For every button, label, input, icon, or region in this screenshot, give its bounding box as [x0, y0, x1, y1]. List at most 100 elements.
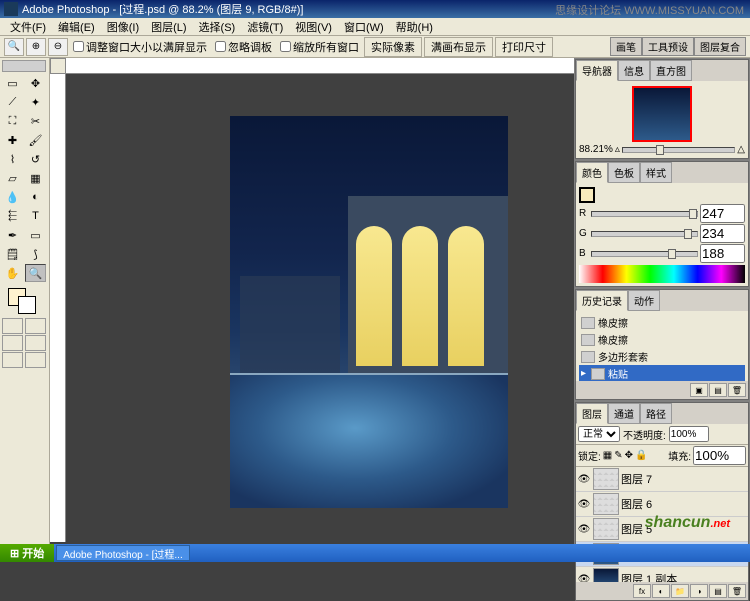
tab-info[interactable]: 信息: [618, 60, 650, 81]
blend-mode-select[interactable]: 正常: [578, 426, 620, 442]
layer-thumbnail[interactable]: [593, 568, 619, 582]
r-input[interactable]: [700, 204, 745, 223]
menu-view[interactable]: 视图(V): [289, 19, 338, 35]
zoom-tool-icon[interactable]: 🔍: [4, 38, 24, 56]
zoom-tool[interactable]: 🔍: [25, 264, 46, 282]
delete-layer-button[interactable]: 🗑: [728, 584, 746, 598]
crop-tool[interactable]: ⛶: [2, 112, 23, 130]
notes-tool[interactable]: 🗒: [2, 245, 23, 263]
brush-tool[interactable]: 🖌: [25, 131, 46, 149]
tab-history[interactable]: 历史记录: [576, 290, 628, 311]
menu-file[interactable]: 文件(F): [4, 19, 52, 35]
gradient-tool[interactable]: ▦: [25, 169, 46, 187]
menu-image[interactable]: 图像(I): [101, 19, 145, 35]
hand-tool[interactable]: ✋: [2, 264, 23, 282]
history-item[interactable]: ▸粘贴: [579, 365, 745, 381]
menu-edit[interactable]: 编辑(E): [52, 19, 101, 35]
lock-all-icon[interactable]: 🔒: [635, 450, 647, 461]
tab-channels[interactable]: 通道: [608, 403, 640, 424]
wand-tool[interactable]: ✦: [25, 93, 46, 111]
resize-window-check[interactable]: 调整窗口大小以满屏显示: [73, 39, 207, 55]
r-slider[interactable]: [591, 211, 698, 217]
tab-paths[interactable]: 路径: [640, 403, 672, 424]
menu-filter[interactable]: 滤镜(T): [241, 19, 289, 35]
new-document-button[interactable]: ▤: [709, 383, 727, 397]
eraser-tool[interactable]: ▱: [2, 169, 23, 187]
menu-help[interactable]: 帮助(H): [390, 19, 439, 35]
well-brushes[interactable]: 画笔: [610, 37, 642, 56]
marquee-tool[interactable]: ▭: [2, 74, 23, 92]
toolbox-header[interactable]: [2, 60, 46, 72]
slice-tool[interactable]: ✂: [25, 112, 46, 130]
screen-mode-3[interactable]: [2, 352, 23, 368]
layer-thumbnail[interactable]: [593, 493, 619, 515]
standard-mode-button[interactable]: [2, 318, 23, 334]
pen-tool[interactable]: ✒: [2, 226, 23, 244]
new-set-button[interactable]: 📁: [671, 584, 689, 598]
start-button[interactable]: ⊞ 开始: [0, 544, 54, 562]
zoom-out-button[interactable]: ▵: [615, 144, 620, 155]
color-fg-swatch[interactable]: [579, 187, 595, 203]
layer-style-button[interactable]: fx: [633, 584, 651, 598]
menu-layer[interactable]: 图层(L): [145, 19, 192, 35]
actual-pixels-button[interactable]: 实际像素: [364, 37, 422, 57]
taskbar-item[interactable]: Adobe Photoshop - [过程...: [56, 545, 190, 561]
history-item[interactable]: 橡皮擦: [579, 331, 745, 348]
visibility-icon[interactable]: 👁: [577, 497, 591, 511]
layer-row[interactable]: 👁图层 1 副本: [576, 567, 748, 582]
b-slider[interactable]: [591, 251, 698, 257]
ruler-vertical[interactable]: [50, 74, 66, 542]
imageready-button[interactable]: [25, 352, 46, 368]
tab-actions[interactable]: 动作: [628, 290, 660, 311]
menu-select[interactable]: 选择(S): [193, 19, 242, 35]
g-input[interactable]: [700, 224, 745, 243]
zoom-slider[interactable]: [622, 147, 735, 153]
path-tool[interactable]: ⬱: [2, 207, 23, 225]
document-canvas[interactable]: [230, 116, 508, 508]
eyedropper-tool[interactable]: ⟆: [25, 245, 46, 263]
history-item[interactable]: 橡皮擦: [579, 314, 745, 331]
b-input[interactable]: [700, 244, 745, 263]
tab-layers[interactable]: 图层: [576, 403, 608, 424]
menu-window[interactable]: 窗口(W): [338, 19, 390, 35]
history-brush-tool[interactable]: ↺: [25, 150, 46, 168]
lock-trans-icon[interactable]: ▦: [603, 450, 612, 461]
lock-pos-icon[interactable]: ✥: [625, 450, 633, 461]
shape-tool[interactable]: ▭: [25, 226, 46, 244]
tab-styles[interactable]: 样式: [640, 162, 672, 183]
tab-histogram[interactable]: 直方图: [650, 60, 692, 81]
navigator-thumbnail[interactable]: [632, 86, 692, 142]
layer-row[interactable]: 👁图层 7: [576, 467, 748, 492]
zoom-out-icon[interactable]: ⊖: [48, 38, 68, 56]
well-comps[interactable]: 图层复合: [694, 37, 746, 56]
tab-color[interactable]: 颜色: [576, 162, 608, 183]
visibility-icon[interactable]: 👁: [577, 472, 591, 486]
zoom-in-icon[interactable]: ⊕: [26, 38, 46, 56]
dodge-tool[interactable]: ◐: [25, 188, 46, 206]
layer-mask-button[interactable]: ◐: [652, 584, 670, 598]
layer-thumbnail[interactable]: [593, 518, 619, 540]
visibility-icon[interactable]: 👁: [577, 572, 591, 582]
tab-navigator[interactable]: 导航器: [576, 60, 618, 81]
new-layer-button[interactable]: ▤: [709, 584, 727, 598]
type-tool[interactable]: T: [25, 207, 46, 225]
new-snapshot-button[interactable]: ▣: [690, 383, 708, 397]
delete-state-button[interactable]: 🗑: [728, 383, 746, 397]
history-item[interactable]: 多边形套索: [579, 348, 745, 365]
zoom-in-button[interactable]: △: [737, 144, 745, 155]
screen-mode-2[interactable]: [25, 335, 46, 351]
lock-pixels-icon[interactable]: ✎: [614, 450, 622, 461]
opacity-input[interactable]: [669, 426, 709, 442]
adjustment-button[interactable]: ◑: [690, 584, 708, 598]
color-ramp[interactable]: [579, 265, 745, 283]
zoom-all-check[interactable]: 缩放所有窗口: [280, 39, 359, 55]
visibility-icon[interactable]: 👁: [577, 522, 591, 536]
layer-name[interactable]: 图层 6: [621, 496, 652, 512]
fit-screen-button[interactable]: 满画布显示: [424, 37, 493, 57]
heal-tool[interactable]: ✚: [2, 131, 23, 149]
quickmask-mode-button[interactable]: [25, 318, 46, 334]
ruler-horizontal[interactable]: [66, 58, 574, 74]
tab-swatches[interactable]: 色板: [608, 162, 640, 183]
stamp-tool[interactable]: ⌇: [2, 150, 23, 168]
move-tool[interactable]: ✥: [25, 74, 46, 92]
